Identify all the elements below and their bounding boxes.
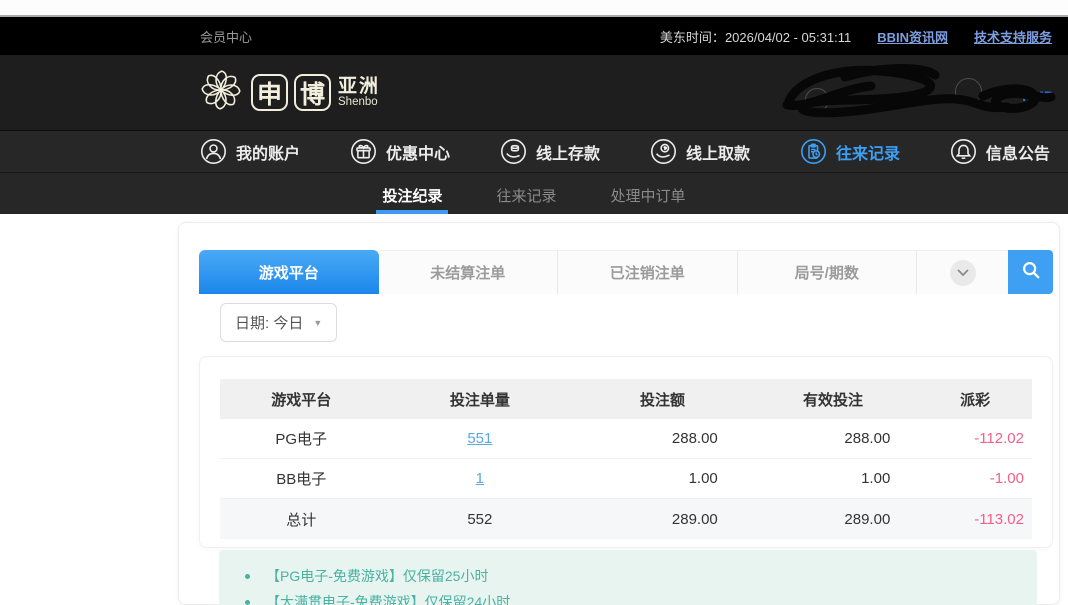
gift-icon — [350, 138, 377, 165]
nav-label: 线上取款 — [686, 140, 750, 164]
time-value: 2026/04/02 - 05:31:11 — [725, 30, 851, 45]
nav-withdraw[interactable]: 线上取款 — [650, 138, 750, 165]
bet-amount: 1.00 — [577, 470, 748, 487]
logo-region-text: 亚洲 — [338, 77, 380, 97]
filter-tabs: 游戏平台 未结算注单 已注销注单 局号/期数 — [199, 250, 1053, 294]
bet-count-link[interactable]: 551 — [467, 430, 492, 447]
nav-label: 往来记录 — [836, 140, 900, 164]
bullet-dot-icon — [245, 600, 250, 605]
flower-logo-icon — [198, 67, 244, 118]
tab-game-platform[interactable]: 游戏平台 — [199, 250, 379, 294]
top-white-strip — [0, 0, 1068, 15]
tab-cancelled-bets[interactable]: 已注销注单 — [558, 250, 738, 294]
col-valid-bet: 有效投注 — [748, 389, 919, 410]
note-line: 【PG电子-免费游戏】仅保留25小时 — [245, 563, 1037, 589]
nav-label: 我的账户 — [236, 140, 300, 164]
platform-name: PG电子 — [220, 428, 382, 449]
subnav-transaction-records[interactable]: 往来记录 — [490, 173, 562, 214]
logo-char-bo: 博 — [294, 74, 331, 111]
nav-label: 信息公告 — [986, 140, 1050, 164]
results-section: 游戏平台 投注单量 投注额 有效投注 派彩 PG电子 551 288.00 28… — [199, 356, 1053, 548]
platform-name: BB电子 — [220, 468, 382, 489]
nav-announcements[interactable]: 信息公告 — [950, 138, 1050, 165]
search-icon — [1020, 259, 1042, 286]
withdraw-icon — [650, 138, 677, 165]
note-text: 【大满贯电子-免费游戏】仅保留24小时 — [266, 592, 510, 605]
nav-label: 优惠中心 — [386, 140, 450, 164]
account-area: RMB — [775, 55, 1060, 130]
table-header-row: 游戏平台 投注单量 投注额 有效投注 派彩 — [220, 379, 1032, 419]
records-icon — [800, 138, 827, 165]
bet-summary-table: 游戏平台 投注单量 投注额 有效投注 派彩 PG电子 551 288.00 28… — [220, 379, 1032, 539]
subnav-betting-records[interactable]: 投注纪录 — [376, 173, 448, 214]
logo-latin-text: Shenbo — [338, 96, 380, 108]
bet-amount: 288.00 — [577, 430, 748, 447]
bell-icon — [950, 138, 977, 165]
nav-transaction-records[interactable]: 往来记录 — [800, 138, 900, 165]
total-label: 总计 — [220, 509, 382, 530]
col-game-platform: 游戏平台 — [220, 389, 382, 410]
total-bet-amount: 289.00 — [577, 511, 748, 528]
note-line: 【大满贯电子-免费游戏】仅保留24小时 — [245, 589, 1037, 605]
total-payout: -113.02 — [918, 511, 1032, 528]
sub-nav: 投注纪录 往来记录 处理中订单 — [0, 172, 1068, 214]
redaction-scribble — [775, 55, 1060, 130]
tab-round-number[interactable]: 局号/期数 — [738, 250, 918, 294]
nav-promotions[interactable]: 优惠中心 — [350, 138, 450, 165]
bullet-dot-icon — [245, 574, 250, 579]
total-valid-bet: 289.00 — [748, 511, 919, 528]
note-text: 【PG电子-免费游戏】仅保留25小时 — [266, 566, 488, 586]
site-header: 申 博 亚洲 Shenbo RMB — [0, 55, 1068, 130]
topbar: 会员中心 美东时间：2026/04/02 - 05:31:11 BBIN资讯网 … — [0, 17, 1068, 55]
col-bet-amount: 投注额 — [577, 389, 748, 410]
payout: -1.00 — [918, 470, 1032, 487]
search-button[interactable] — [1008, 250, 1053, 294]
table-total-row: 总计 552 289.00 289.00 -113.02 — [220, 499, 1032, 539]
page: 会员中心 美东时间：2026/04/02 - 05:31:11 BBIN资讯网 … — [0, 0, 1068, 605]
us-eastern-time: 美东时间：2026/04/02 - 05:31:11 — [660, 27, 851, 46]
table-row: PG电子 551 288.00 288.00 -112.02 — [220, 419, 1032, 459]
caret-down-icon: ▼ — [313, 318, 322, 328]
nav-deposit[interactable]: 线上存款 — [500, 138, 600, 165]
bbin-news-link[interactable]: BBIN资讯网 — [877, 27, 948, 46]
tech-support-link[interactable]: 技术支持服务 — [974, 27, 1052, 46]
bet-count-link[interactable]: 1 — [476, 470, 484, 487]
logo-char-shen: 申 — [251, 74, 288, 111]
nav-label: 线上存款 — [536, 140, 600, 164]
total-bet-count: 552 — [382, 511, 577, 528]
time-label: 美东时间： — [660, 30, 725, 45]
date-filter-dropdown[interactable]: 日期: 今日 ▼ — [220, 303, 337, 342]
user-icon — [200, 138, 227, 165]
col-payout: 派彩 — [918, 389, 1032, 410]
nav-my-account[interactable]: 我的账户 — [200, 138, 300, 165]
tabs-expander[interactable] — [917, 250, 1008, 294]
member-center-label: 会员中心 — [200, 27, 252, 46]
tab-unsettled-bets[interactable]: 未结算注单 — [379, 250, 559, 294]
valid-bet: 1.00 — [748, 470, 919, 487]
col-bet-count: 投注单量 — [382, 389, 577, 410]
chevron-down-icon — [950, 260, 976, 286]
deposit-icon — [500, 138, 527, 165]
shenbo-logo[interactable]: 申 博 亚洲 Shenbo — [198, 67, 380, 118]
subnav-pending-orders[interactable]: 处理中订单 — [605, 173, 692, 214]
content-card: 游戏平台 未结算注单 已注销注单 局号/期数 日期: 今日 — [178, 222, 1060, 605]
table-row: BB电子 1 1.00 1.00 -1.00 — [220, 459, 1032, 499]
valid-bet: 288.00 — [748, 430, 919, 447]
retention-notes: 【PG电子-免费游戏】仅保留25小时 【大满贯电子-免费游戏】仅保留24小时 — [219, 550, 1037, 605]
main-nav: 我的账户 优惠中心 — [0, 130, 1068, 172]
date-filter-label: 日期: 今日 — [235, 312, 303, 333]
payout: -112.02 — [918, 430, 1032, 447]
